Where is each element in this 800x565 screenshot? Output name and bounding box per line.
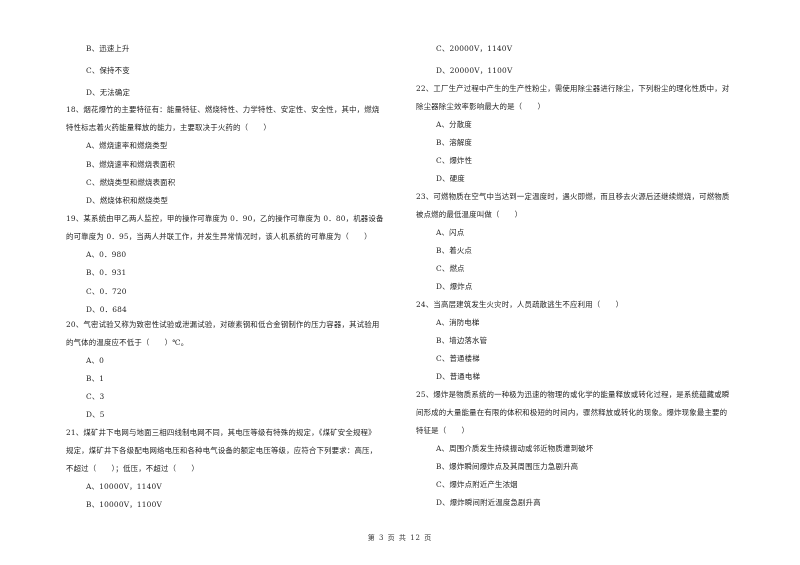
q19-option-c: C、0．720 — [86, 287, 127, 296]
q17-option-c: C、保持不变 — [86, 66, 130, 75]
q21-option-b: B、10000V，1100V — [86, 500, 163, 509]
q23-option-b: B、着火点 — [436, 246, 472, 255]
q21-option-c: C、20000V，1140V — [436, 44, 513, 53]
q19-stem-line2: 的可靠度为 0．95，当两人并联工作，并发生异常情况时，该人机系统的可靠度为（ … — [66, 232, 372, 241]
q18-stem-line1: 18、烟花爆竹的主要特征有：能量特征、燃烧特性、力学特性、安定性、安全性，其中，… — [66, 105, 380, 114]
q20-stem-line2: 的气体的温度应不低于（ ）℃。 — [66, 338, 189, 347]
q21-stem-line2: 规定，煤矿井下各级配电网络电压和各种电气设备的额定电压等级，应符合下列要求：高压… — [66, 446, 378, 455]
q22-option-c: C、爆炸性 — [436, 156, 473, 165]
q21-option-a: A、10000V，1140V — [86, 482, 162, 491]
q24-option-c: C、普通楼梯 — [436, 354, 480, 363]
q21-stem-line1: 21、煤矿井下电网与地面三相四线制电网不同，其电压等级有特殊的规定，《煤矿安全规… — [66, 428, 376, 437]
q25-option-b: B、爆炸瞬间爆炸点及其周围压力急剧升高 — [436, 462, 579, 471]
q21-option-d: D、20000V，1100V — [436, 66, 513, 75]
q25-stem-line2: 间形成的大量能量在有限的体积和极短的时间内，骤然释放或转化的现象。爆炸现象最主要… — [416, 408, 728, 417]
q23-option-c: C、燃点 — [436, 264, 465, 273]
q22-option-d: D、硬度 — [436, 174, 465, 183]
q17-option-b: B、迅速上升 — [86, 44, 130, 53]
q24-option-a: A、消防电梯 — [436, 318, 480, 327]
q20-option-a: A、0 — [86, 356, 105, 365]
q22-option-b: B、溶解度 — [436, 138, 472, 147]
q19-option-d: D、0．684 — [86, 305, 127, 314]
q22-stem-line2: 除尘器除尘效率影响最大的是（ ） — [416, 102, 546, 111]
q25-option-c: C、爆炸点附近产生浓烟 — [436, 480, 518, 489]
q25-stem-line3: 特征是（ ） — [416, 426, 470, 435]
q23-option-d: D、爆炸点 — [436, 282, 473, 291]
q18-stem-line2: 特性标志着火药能量释放的能力，主要取决于火药的（ ） — [66, 123, 271, 132]
q20-option-c: C、3 — [86, 392, 105, 401]
q24-option-d: D、普通电梯 — [436, 372, 481, 381]
q21-stem-line3: 不超过（ ）；低压，不超过（ ） — [66, 464, 199, 473]
q18-option-d: D、燃烧体积和燃烧类型 — [86, 196, 169, 205]
page-footer: 第 3 页 共 12 页 — [367, 534, 433, 542]
q22-option-a: A、分散度 — [436, 120, 472, 129]
q18-option-a: A、燃烧速率和燃烧类型 — [86, 141, 168, 150]
q22-stem-line1: 22、工厂生产过程中产生的生产性粉尘，需使用除尘器进行除尘，下列粉尘的理化性质中… — [416, 84, 730, 93]
q25-option-d: D、爆炸瞬间附近温度急剧升高 — [436, 498, 541, 507]
q23-stem-line2: 被点燃的最低温度叫做（ ） — [416, 210, 523, 219]
q24-option-b: B、墙边落水管 — [436, 336, 488, 345]
q24-stem-line1: 24、当高层建筑发生火灾时，人员疏散逃生不应利用（ ） — [416, 300, 624, 309]
q20-option-d: D、5 — [86, 410, 105, 419]
q20-stem-line1: 20、气密试验又称为致密性试验或泄漏试验，对碳素钢和低合金钢制作的压力容器，其试… — [66, 320, 380, 329]
q19-option-a: A、0．980 — [86, 250, 127, 259]
q23-option-a: A、闪点 — [436, 228, 465, 237]
q25-option-a: A、周围介质发生持续振动或邻近物质遭到破坏 — [436, 444, 594, 453]
q18-option-b: B、燃烧速率和燃烧表面积 — [86, 160, 176, 169]
q19-option-b: B、0．931 — [86, 268, 127, 277]
q23-stem-line1: 23、可燃物质在空气中当达到一定温度时，遇火即燃，而且移去火源后还继续燃烧，可燃… — [416, 192, 730, 201]
q18-option-c: C、燃烧类型和燃烧表面积 — [86, 178, 176, 187]
q19-stem-line1: 19、某系统由甲乙两人监控，甲的操作可靠度为 0．90，乙的操作可靠度为 0．8… — [66, 214, 384, 223]
q20-option-b: B、1 — [86, 374, 105, 383]
q17-option-d: D、无法确定 — [86, 88, 131, 97]
q25-stem-line1: 25、爆炸是物质系统的一种极为迅速的物理的或化学的能量释放或转化过程，是系统蕴藏… — [416, 390, 730, 399]
